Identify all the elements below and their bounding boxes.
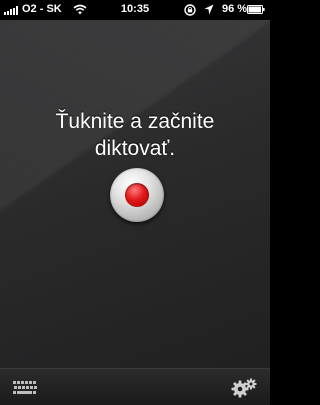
gears-icon[interactable] bbox=[230, 376, 258, 400]
record-button[interactable] bbox=[110, 168, 164, 222]
battery-percent: 96 % bbox=[222, 3, 248, 15]
battery-icon bbox=[247, 5, 265, 14]
dictation-screen: O2 - SK 10:35 96 % Ťuknite a začnite dik… bbox=[0, 0, 270, 405]
record-icon bbox=[125, 183, 149, 207]
keyboard-icon[interactable] bbox=[12, 379, 38, 397]
rotation-lock-icon bbox=[184, 4, 196, 16]
prompt-line-1: Ťuknite a začnite bbox=[55, 110, 215, 133]
dictation-prompt: Ťuknite a začnite diktovať. bbox=[0, 108, 270, 162]
status-bar: O2 - SK 10:35 96 % bbox=[0, 0, 270, 20]
location-icon bbox=[204, 4, 214, 15]
bottom-toolbar bbox=[0, 368, 270, 405]
prompt-line-2: diktovať. bbox=[94, 137, 176, 160]
